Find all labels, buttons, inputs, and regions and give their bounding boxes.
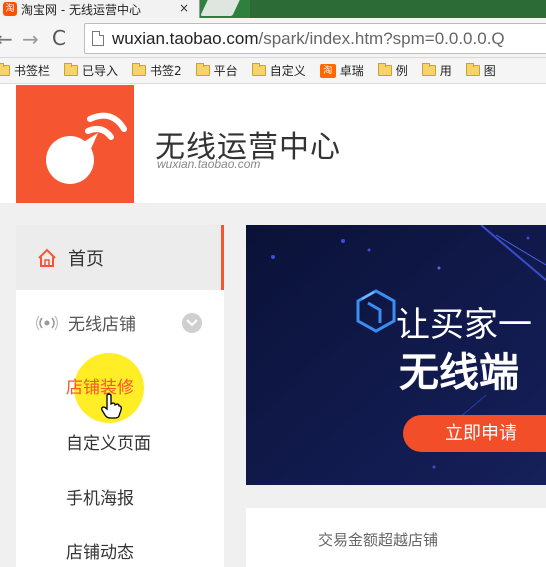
bookmark-item[interactable]: 平台 [195, 62, 238, 79]
chevron-down-icon[interactable] [182, 313, 202, 333]
stats-card: 交易金额超越店铺 [246, 508, 546, 567]
folder-icon [421, 63, 436, 76]
address-bar[interactable]: wuxian.taobao.com/spark/index.htm?spm=0.… [84, 23, 546, 54]
folder-icon [251, 63, 266, 76]
bookmark-item[interactable]: 书签2 [132, 62, 182, 79]
bookmark-label: 已导入 [82, 64, 119, 78]
bookmarks-bar: 书签栏 已导入 书签2 平台 自定义 淘卓瑞 例 用 图 [0, 58, 546, 84]
folder-icon [132, 63, 147, 76]
bookmark-item[interactable]: 图 [465, 62, 496, 79]
bookmark-item[interactable]: 已导入 [64, 62, 118, 79]
sidebar-item-wireless-store[interactable]: 无线店铺 [16, 290, 224, 355]
site-logo[interactable] [16, 85, 134, 203]
taobao-favicon-icon: 淘 [3, 2, 17, 16]
url-text: wuxian.taobao.com/spark/index.htm?spm=0.… [112, 29, 505, 49]
folder-icon [64, 63, 79, 76]
sidebar: 首页 无线店铺 店铺装修 自定义页面 手机海报 店铺动态 [16, 225, 224, 567]
window-titlebar [250, 0, 546, 18]
page-icon [92, 31, 104, 46]
site-header: 无线运营中心 wuxian.taobao.com [0, 85, 546, 203]
bookmark-item[interactable]: 自定义 [251, 62, 306, 79]
sidebar-item-home[interactable]: 首页 [16, 225, 224, 290]
stats-card-text: 交易金额超越店铺 [318, 531, 439, 549]
taobao-icon: 淘 [319, 63, 336, 78]
browser-tab[interactable]: 淘 淘宝网 - 无线运营中心 × [0, 0, 200, 18]
bookmark-label: 自定义 [269, 64, 306, 78]
folder-icon [195, 63, 210, 76]
banner-headline: 让买家一 [396, 305, 532, 345]
bookmark-item[interactable]: 用 [421, 62, 452, 79]
sidebar-subitem-custom-page[interactable]: 自定义页面 [66, 429, 151, 454]
sidebar-item-label: 首页 [68, 248, 104, 270]
sidebar-item-label: 无线店铺 [68, 315, 136, 335]
bookmark-label: 书签栏 [14, 64, 51, 78]
bookmark-item[interactable]: 书签栏 [0, 62, 50, 79]
sidebar-subitem-mobile-poster[interactable]: 手机海报 [66, 484, 134, 509]
folder-icon [377, 63, 392, 76]
home-icon [38, 248, 56, 267]
bookmark-item[interactable]: 例 [377, 62, 408, 79]
banner-subheadline: 无线端 [399, 350, 519, 396]
signal-icon [36, 315, 58, 330]
bookmark-item[interactable]: 淘卓瑞 [319, 62, 364, 79]
sidebar-subitem-store-news[interactable]: 店铺动态 [66, 538, 134, 563]
wireless-bubble-icon [46, 112, 127, 184]
bookmark-label: 例 [395, 64, 408, 78]
url-path: /spark/index.htm?spm=0.0.0.0.Q [258, 28, 505, 48]
promo-banner[interactable]: 让买家一 无线端 立即申请 [246, 225, 546, 485]
reload-icon[interactable]: C [52, 26, 66, 50]
main-content: 首页 无线店铺 店铺装修 自定义页面 手机海报 店铺动态 让买家一 无线端 立即… [0, 203, 546, 567]
hand-cursor-icon [101, 393, 122, 419]
close-icon[interactable]: × [179, 1, 189, 15]
bookmark-label: 平台 [213, 64, 238, 78]
bookmark-label: 用 [439, 64, 452, 78]
apply-now-button[interactable]: 立即申请 [403, 415, 546, 452]
site-subtitle: wuxian.taobao.com [157, 157, 261, 171]
bookmark-label: 书签2 [150, 64, 182, 78]
forward-arrow-icon[interactable]: → [22, 27, 39, 51]
folder-icon [465, 63, 480, 76]
back-arrow-icon[interactable]: ← [0, 27, 13, 51]
new-tab-button[interactable] [200, 0, 240, 16]
url-host: wuxian.taobao.com [112, 28, 259, 48]
folder-icon [0, 63, 10, 76]
bookmark-label: 图 [483, 64, 496, 78]
browser-tab-strip: 淘 淘宝网 - 无线运营中心 × [0, 0, 546, 18]
browser-toolbar: ← → C wuxian.taobao.com/spark/index.htm?… [0, 18, 546, 58]
tab-title: 淘宝网 - 无线运营中心 [21, 2, 141, 17]
bookmark-label: 卓瑞 [339, 64, 364, 78]
